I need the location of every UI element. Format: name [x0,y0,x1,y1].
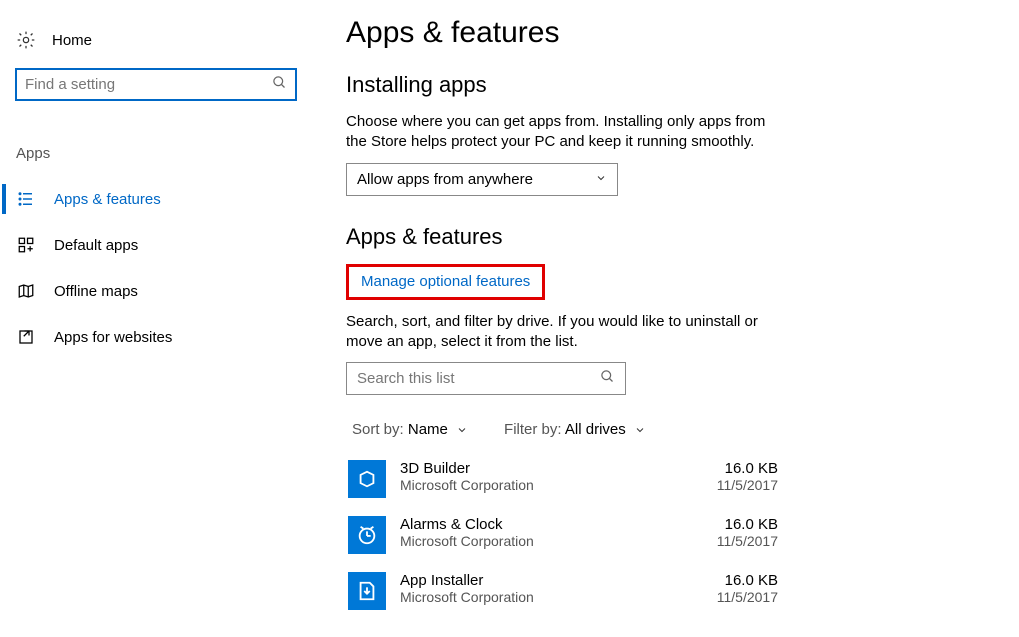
main-content: Apps & features Installing apps Choose w… [310,0,1019,637]
app-size: 16.0 KB [717,572,778,589]
sidebar: Home Apps Apps & features Default apps [0,0,310,637]
app-size: 16.0 KB [717,460,778,477]
app-icon-3d-builder [348,460,386,498]
list-icon [16,189,36,209]
app-date: 11/5/2017 [717,533,778,549]
chevron-down-icon [452,421,468,438]
app-icon-alarms-clock [348,516,386,554]
app-row[interactable]: App Installer Microsoft Corporation 16.0… [348,572,778,610]
filter-by[interactable]: Filter by: All drives [504,421,646,438]
installing-apps-heading: Installing apps [346,72,939,98]
open-icon [16,327,36,347]
sort-value: Name [408,421,448,438]
chevron-down-icon [595,171,607,188]
app-search[interactable] [346,362,626,395]
app-date: 11/5/2017 [717,589,778,605]
gear-icon [16,30,36,50]
sidebar-item-apps-websites[interactable]: Apps for websites [0,314,310,360]
apps-features-heading: Apps & features [346,224,939,250]
dropdown-value: Allow apps from anywhere [357,171,533,188]
sidebar-item-label: Apps for websites [54,329,172,346]
app-publisher: Microsoft Corporation [400,589,703,605]
manage-optional-link[interactable]: Manage optional features [361,273,530,290]
sort-label: Sort by: [352,421,404,438]
chevron-down-icon [630,421,646,438]
sidebar-search[interactable] [15,68,297,101]
sidebar-search-input[interactable] [25,76,272,93]
app-name: Alarms & Clock [400,516,703,533]
apps-help-text: Search, sort, and filter by drive. If yo… [346,312,766,353]
sidebar-section: Apps [0,123,310,176]
app-date: 11/5/2017 [717,477,778,493]
sort-filter-row: Sort by: Name Filter by: All drives [352,421,939,438]
app-list: 3D Builder Microsoft Corporation 16.0 KB… [348,460,939,610]
app-search-input[interactable] [357,370,600,387]
app-icon-app-installer [348,572,386,610]
manage-optional-highlight: Manage optional features [346,264,545,300]
home-row[interactable]: Home [0,22,310,64]
app-row[interactable]: Alarms & Clock Microsoft Corporation 16.… [348,516,778,554]
sort-by[interactable]: Sort by: Name [352,421,468,438]
map-icon [16,281,36,301]
app-name: 3D Builder [400,460,703,477]
app-publisher: Microsoft Corporation [400,533,703,549]
sidebar-search-wrap [0,64,310,123]
sidebar-item-label: Offline maps [54,283,138,300]
filter-label: Filter by: [504,421,562,438]
app-publisher: Microsoft Corporation [400,477,703,493]
sidebar-item-apps-features[interactable]: Apps & features [0,176,310,222]
search-icon [272,75,287,95]
app-size: 16.0 KB [717,516,778,533]
grid-icon [16,235,36,255]
filter-value: All drives [565,421,626,438]
search-icon [600,369,615,389]
app-name: App Installer [400,572,703,589]
sidebar-item-offline-maps[interactable]: Offline maps [0,268,310,314]
install-source-dropdown[interactable]: Allow apps from anywhere [346,163,618,196]
sidebar-item-label: Default apps [54,237,138,254]
app-row[interactable]: 3D Builder Microsoft Corporation 16.0 KB… [348,460,778,498]
installing-apps-text: Choose where you can get apps from. Inst… [346,112,786,153]
page-title: Apps & features [346,16,939,50]
sidebar-item-default-apps[interactable]: Default apps [0,222,310,268]
home-label: Home [52,32,92,49]
sidebar-item-label: Apps & features [54,191,161,208]
